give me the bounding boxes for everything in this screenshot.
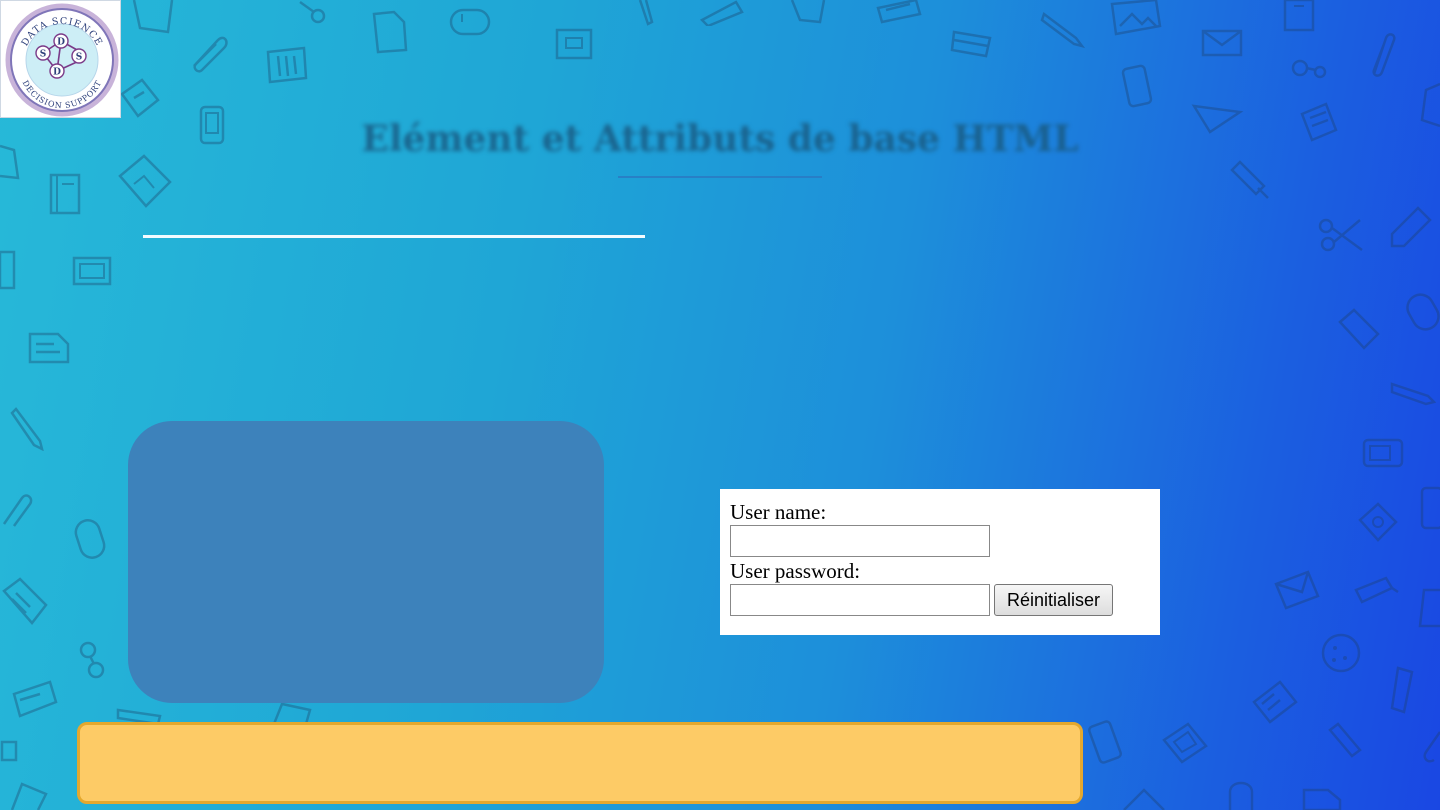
image-icon [1110, 0, 1162, 36]
notebook-icon [1420, 82, 1440, 128]
tablet-icon [1362, 438, 1404, 468]
marker-icon [1390, 206, 1432, 248]
paperclip-icon [1423, 731, 1440, 763]
pencil-icon [1040, 11, 1086, 49]
reset-button[interactable]: Réinitialiser [994, 584, 1114, 616]
slide-title: Elément et Attributs de base HTML [361, 118, 1079, 160]
notebook-icon [49, 173, 81, 215]
usb-icon [1328, 722, 1362, 758]
envelope-icon [1274, 570, 1320, 610]
scissors-icon [1318, 218, 1363, 252]
username-input[interactable] [730, 525, 990, 557]
pencil-icon [1390, 382, 1436, 406]
tablet-icon [1162, 722, 1208, 764]
phone-icon [1088, 720, 1122, 764]
scissors-icon [299, 0, 326, 24]
credit-card-icon [12, 680, 58, 718]
document-icon [790, 0, 826, 24]
mouse-icon [1406, 293, 1440, 331]
mouse-icon [74, 519, 106, 559]
image-icon [118, 154, 172, 208]
tablet-icon [0, 250, 16, 290]
logo-letter-d-2: D [53, 68, 61, 78]
ruler-icon [1191, 104, 1244, 134]
section-divider [143, 235, 645, 238]
credit-card-icon [1252, 680, 1298, 724]
phone-icon [199, 105, 225, 145]
logo: DATA SCIENCE DECISION SUPPORT S D D S [0, 0, 121, 118]
notebook-icon [10, 782, 48, 810]
password-label: User password: [730, 559, 861, 583]
image-icon [1123, 788, 1165, 810]
glasses-icon [79, 641, 105, 679]
document-icon [272, 702, 312, 724]
usb-icon [0, 740, 18, 762]
paperclip-icon [193, 36, 228, 73]
envelope-icon [1201, 29, 1243, 57]
paperclip-icon [2, 494, 33, 527]
phone-icon [1420, 486, 1440, 530]
phone-icon [1121, 64, 1153, 108]
credit-card-icon [555, 28, 593, 60]
logo-letter-s: S [40, 50, 47, 60]
credit-card-icon [120, 78, 160, 118]
document-icon [2, 577, 48, 625]
document-icon [372, 10, 408, 54]
document-icon [1338, 308, 1380, 350]
pencil-icon [10, 407, 44, 451]
notebook-icon [876, 0, 922, 24]
tablet-icon [1358, 502, 1398, 542]
glasses-icon [1291, 59, 1327, 79]
cookie-icon [1321, 633, 1361, 673]
logo-letter-s-2: S [76, 53, 83, 63]
username-label: User name: [730, 500, 827, 524]
notebook-icon [266, 46, 308, 84]
paperclip-icon [1372, 33, 1396, 77]
title-underline [618, 176, 822, 178]
tablet-icon [72, 256, 112, 286]
logo-letter-d: D [57, 38, 65, 48]
mouse-icon [1228, 781, 1254, 810]
content-panel [128, 421, 604, 703]
document-icon [0, 144, 20, 180]
document-icon [28, 332, 70, 364]
usb-icon [1230, 160, 1269, 199]
document-icon [132, 0, 174, 34]
marker-icon [1354, 576, 1399, 604]
login-form: User name: User password: Réinitialiser [720, 489, 1160, 635]
password-input[interactable] [730, 584, 990, 616]
document-icon [1300, 102, 1338, 142]
document-icon [1302, 788, 1342, 810]
ruler-icon [700, 0, 744, 26]
highlight-banner [77, 722, 1083, 804]
marker-icon [638, 0, 654, 26]
notebook-icon [1283, 0, 1315, 32]
mouse-icon [449, 8, 491, 36]
logo-emblem-icon: DATA SCIENCE DECISION SUPPORT S D D S [5, 3, 119, 117]
document-icon [1418, 588, 1440, 628]
credit-card-icon [950, 30, 992, 58]
ruler-icon [1390, 666, 1414, 714]
